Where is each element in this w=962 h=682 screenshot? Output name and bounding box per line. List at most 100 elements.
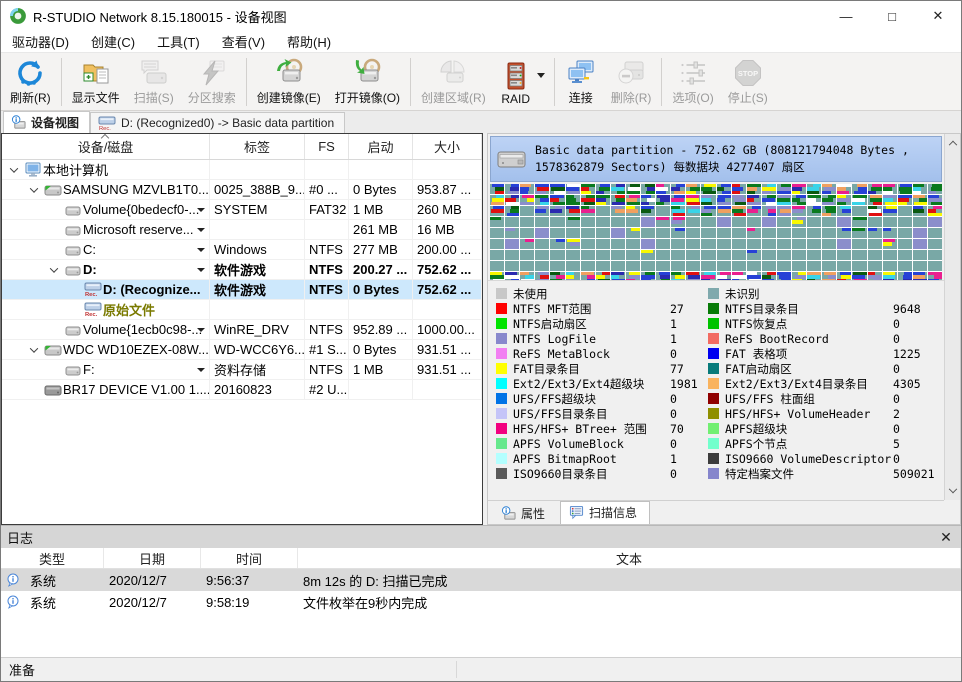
log-column-header-2[interactable]: 日期	[104, 548, 201, 568]
tree-row-3[interactable]: Volume{0bedecf0-...SYSTEMFAT321 MB260 MB	[2, 200, 482, 220]
block-cell	[762, 206, 776, 216]
menu-item-5[interactable]: 帮助(H)	[276, 30, 342, 53]
block-cell	[898, 217, 912, 227]
legend-label: APFS个节点	[725, 436, 893, 452]
options-icon	[677, 57, 709, 89]
raid-dropdown-arrow[interactable]	[537, 73, 545, 78]
tree-row-1[interactable]: 本地计算机	[2, 160, 482, 180]
toolbar-button-open-image[interactable]: 打开镜像(O)	[328, 55, 407, 109]
menu-item-1[interactable]: 驱动器(D)	[1, 30, 80, 53]
legend-item-right-6: FAT启动扇区0	[708, 361, 942, 376]
block-stripe	[873, 202, 882, 205]
block-stripe	[781, 279, 791, 280]
tree-column-header-3[interactable]: FS	[305, 134, 349, 159]
tree-row-10[interactable]: WDC WD10EZEX-08W...WD-WCC6Y6...#1 S...0 …	[2, 340, 482, 360]
legend-item-left-7: Ext2/Ext3/Ext4超级块1981	[496, 376, 708, 391]
tree-cell-label: 软件游戏	[210, 280, 305, 299]
tree-row-11[interactable]: F:资料存储NTFS1 MB931.51 ...	[2, 360, 482, 380]
tree-column-header-4[interactable]: 启动	[349, 134, 413, 159]
tree-row-8[interactable]: Rec.原始文件	[2, 300, 482, 320]
toolbar-separator	[554, 58, 555, 106]
menu-item-4[interactable]: 查看(V)	[211, 30, 276, 53]
legend-label: FAT启动扇区	[725, 361, 893, 377]
tree-column-header-2[interactable]: 标签	[210, 134, 305, 159]
toolbar-button-connect[interactable]: 连接	[558, 55, 604, 109]
menu-item-3[interactable]: 工具(T)	[146, 30, 211, 53]
block-cell	[928, 228, 942, 238]
block-cell	[883, 195, 897, 205]
block-stripe	[641, 202, 649, 205]
volume-dropdown-icon[interactable]	[197, 248, 205, 252]
scroll-up-arrow[interactable]	[945, 134, 961, 150]
block-stripe	[807, 279, 815, 280]
tree-row-9[interactable]: Volume{1ecb0c98-...WinRE_DRVNTFS952.89 .…	[2, 320, 482, 340]
collapse-chevron-icon[interactable]	[24, 347, 44, 353]
collapse-chevron-icon[interactable]	[4, 167, 24, 173]
volume-dropdown-icon[interactable]	[197, 268, 205, 272]
block-cell	[701, 195, 715, 205]
block-cell	[671, 206, 685, 216]
block-cell	[611, 272, 625, 280]
block-cell	[777, 228, 791, 238]
tree-row-12[interactable]: BR17 DEVICE V1.00 1....20160823#2 U...	[2, 380, 482, 400]
log-row-2[interactable]: 系统2020/12/79:58:19文件枚举在9秒内完成	[1, 591, 961, 613]
tree-row-7[interactable]: Rec.D: (Recognize...软件游戏NTFS0 Bytes752.6…	[2, 280, 482, 300]
scan-block-map[interactable]	[490, 184, 942, 280]
block-stripe	[612, 279, 625, 280]
view-tab-1[interactable]: 设备视图	[3, 111, 90, 133]
toolbar-button-create-image[interactable]: 创建镜像(E)	[250, 55, 328, 109]
status-divider	[456, 661, 457, 678]
tree-cell-size: 752.62 ...	[413, 260, 482, 279]
toolbar-button-show-files[interactable]: 显示文件	[65, 55, 127, 109]
tree-row-2[interactable]: SAMSUNG MZVLB1T0...0025_388B_9...#0 ...0…	[2, 180, 482, 200]
log-close-icon[interactable]: ✕	[937, 528, 955, 546]
block-cell	[566, 195, 580, 205]
minimize-button[interactable]: —	[823, 1, 869, 31]
collapse-chevron-icon[interactable]	[44, 267, 64, 273]
toolbar-button-refresh[interactable]: 刷新(R)	[3, 55, 58, 109]
volume-dropdown-icon[interactable]	[197, 228, 205, 232]
info-tab-1[interactable]: 属性	[492, 503, 558, 524]
tree-row-5[interactable]: C:WindowsNTFS277 MB200.00 ...	[2, 240, 482, 260]
toolbar-button-raid[interactable]: RAID	[493, 55, 539, 109]
tree-column-header-1[interactable]: 设备/磁盘	[2, 134, 210, 159]
block-stripe	[722, 191, 731, 194]
toolbar-button-label: 创建区域(R)	[421, 89, 486, 106]
tree-cell-boot: 952.89 ...	[349, 320, 413, 339]
maximize-button[interactable]: □	[869, 1, 915, 31]
close-button[interactable]: ✕	[915, 1, 961, 31]
log-column-header-1[interactable]: 类型	[1, 548, 104, 568]
log-column-header-3[interactable]: 时间	[201, 548, 298, 568]
volume-icon	[64, 222, 83, 238]
partition-search-icon	[196, 57, 228, 89]
block-cell	[928, 217, 942, 227]
block-stripe	[931, 202, 942, 205]
right-scrollbar[interactable]	[944, 134, 960, 500]
block-cell	[837, 217, 851, 227]
log-column-header-4[interactable]: 文本	[298, 548, 961, 568]
block-cell	[626, 195, 640, 205]
info-tab-2[interactable]: 扫描信息	[560, 501, 650, 524]
toolbar-button-label: 创建镜像(E)	[257, 89, 321, 106]
block-stripe	[732, 191, 741, 194]
tree-row-4[interactable]: Microsoft reserve...261 MB16 MB	[2, 220, 482, 240]
tree-row-6[interactable]: D:软件游戏NTFS200.27 ...752.62 ...	[2, 260, 482, 280]
volume-dropdown-icon[interactable]	[197, 328, 205, 332]
block-cell	[928, 239, 942, 249]
block-stripe	[898, 202, 907, 205]
scroll-down-arrow[interactable]	[945, 484, 961, 500]
block-cell	[852, 206, 866, 216]
block-stripe	[822, 191, 831, 194]
tree-cell-size: 931.51 ...	[413, 340, 482, 359]
volume-dropdown-icon[interactable]	[197, 208, 205, 212]
block-cell	[732, 228, 746, 238]
collapse-chevron-icon[interactable]	[24, 187, 44, 193]
log-row-1[interactable]: 系统2020/12/79:56:378m 12s 的 D: 扫描已完成	[1, 569, 961, 591]
tree-column-header-5[interactable]: 大小	[413, 134, 482, 159]
info-tab-label: 属性	[521, 505, 545, 522]
block-cell	[596, 217, 610, 227]
menu-item-2[interactable]: 创建(C)	[80, 30, 146, 53]
view-tab-2[interactable]: Rec.D: (Recognized0) -> Basic data parti…	[90, 112, 345, 133]
device-name: D:	[83, 262, 97, 277]
volume-dropdown-icon[interactable]	[197, 368, 205, 372]
